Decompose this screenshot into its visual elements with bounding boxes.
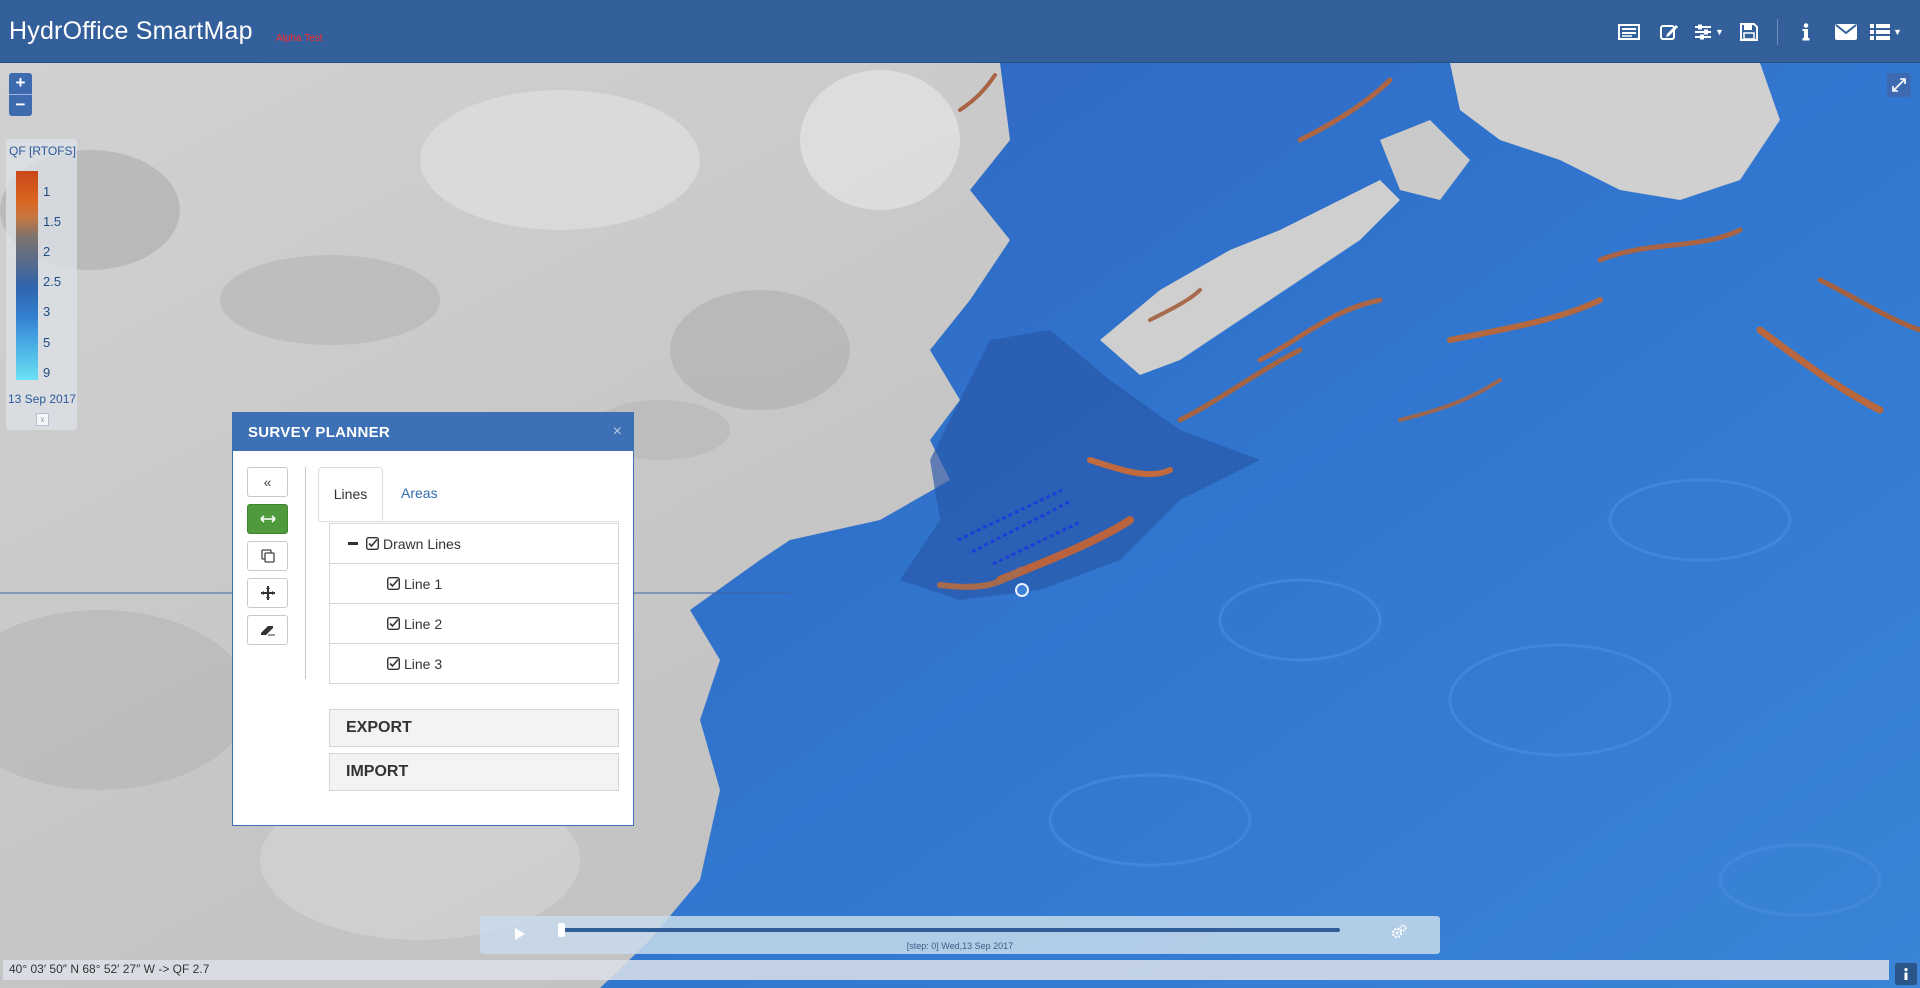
move-button[interactable] [247, 578, 288, 608]
toolbar-divider [1777, 19, 1778, 45]
edit-icon[interactable] [1649, 18, 1689, 46]
toolbar: ▼ ▼ [1609, 18, 1906, 46]
fullscreen-button[interactable] [1887, 73, 1911, 97]
planner-header: SURVEY PLANNER × [233, 413, 633, 451]
save-icon[interactable] [1729, 18, 1769, 46]
legend-label: 9 [43, 365, 51, 380]
double-chevron-left-icon: « [263, 474, 272, 490]
map-info-button[interactable] [1895, 963, 1917, 985]
checkbox-checked-icon[interactable] [366, 537, 379, 550]
collapse-button[interactable]: « [247, 467, 288, 497]
timeline-control: [step: 0] Wed,13 Sep 2017 [480, 916, 1440, 954]
planner-toolbar: « [247, 467, 289, 652]
legend-label: 5 [43, 335, 51, 350]
list-icon[interactable]: ▼ [1866, 18, 1906, 46]
collapse-minus-icon[interactable] [348, 542, 358, 545]
tree-root-label: Drawn Lines [383, 535, 461, 552]
info-icon[interactable] [1786, 18, 1826, 46]
legend-color-bar [16, 171, 38, 380]
draw-line-button[interactable] [247, 504, 288, 534]
tree-item-label: Line 3 [404, 655, 443, 672]
envelope-icon[interactable] [1826, 18, 1866, 46]
timeline-track[interactable] [562, 928, 1340, 932]
app-title[interactable]: HydrOffice SmartMap [9, 17, 253, 46]
legend-label: 2 [43, 244, 51, 259]
planner-title: SURVEY PLANNER [248, 424, 391, 441]
gears-icon[interactable] [1391, 924, 1407, 940]
tree-item-label: Line 2 [404, 615, 443, 632]
erase-button[interactable] [247, 615, 288, 645]
copy-icon [260, 549, 275, 563]
legend-label: 1 [43, 184, 51, 199]
sliders-icon[interactable]: ▼ [1689, 18, 1729, 46]
coordinate-readout: 40° 03′ 50″ N 68° 52′ 27″ W -> QF 2.7 [3, 960, 1889, 980]
arrows-horizontal-icon [259, 515, 276, 523]
lines-tree: Drawn Lines Line 1 Line 2 Line 3 [329, 523, 619, 684]
zoom-in-button[interactable]: + [9, 73, 32, 94]
legend-label: 3 [43, 304, 51, 319]
import-button[interactable]: IMPORT [329, 753, 619, 791]
export-button[interactable]: EXPORT [329, 709, 619, 747]
expand-icon [1892, 78, 1906, 92]
planner-divider [305, 467, 306, 679]
alpha-badge: Alpha Test [276, 33, 323, 44]
tab-lines[interactable]: Lines [318, 467, 383, 521]
location-marker [1015, 583, 1029, 597]
legend-date: 13 Sep 2017 [8, 392, 77, 406]
checkbox-checked-icon[interactable] [387, 577, 400, 590]
planner-tabs: Lines Areas [318, 467, 619, 522]
timeline-slider-handle[interactable] [558, 923, 565, 937]
tree-item-line[interactable]: Line 2 [329, 604, 619, 644]
move-icon [260, 586, 275, 600]
color-legend: QF [RTOFS] 1 1.5 2 2.5 3 5 9 13 Sep 2017… [6, 139, 77, 430]
table-icon[interactable] [1609, 18, 1649, 46]
zoom-out-button[interactable]: − [9, 94, 32, 116]
planner-close-button[interactable]: × [613, 423, 622, 441]
zoom-control: + − [9, 73, 32, 116]
tree-root-drawn-lines[interactable]: Drawn Lines [329, 523, 619, 564]
checkbox-checked-icon[interactable] [387, 617, 400, 630]
copy-button[interactable] [247, 541, 288, 571]
timeline-label: [step: 0] Wed,13 Sep 2017 [906, 941, 1014, 951]
tree-item-line[interactable]: Line 3 [329, 644, 619, 684]
legend-label: 2.5 [43, 274, 62, 289]
chevron-down-icon: ▼ [1893, 27, 1902, 37]
top-navbar: HydrOffice SmartMap Alpha Test ▼ ▼ [0, 0, 1920, 63]
tree-item-label: Line 1 [404, 575, 443, 592]
tab-areas[interactable]: Areas [401, 467, 438, 521]
legend-close-button[interactable]: x [36, 413, 49, 426]
legend-label: 1.5 [43, 214, 62, 229]
legend-title: QF [RTOFS] [9, 144, 76, 158]
checkbox-checked-icon[interactable] [387, 657, 400, 670]
chevron-down-icon: ▼ [1715, 27, 1724, 37]
info-icon [1904, 967, 1908, 980]
tree-item-line[interactable]: Line 1 [329, 564, 619, 604]
eraser-icon [260, 626, 275, 636]
survey-planner-panel: SURVEY PLANNER × « Lines Areas Drawn Lin… [232, 412, 634, 826]
